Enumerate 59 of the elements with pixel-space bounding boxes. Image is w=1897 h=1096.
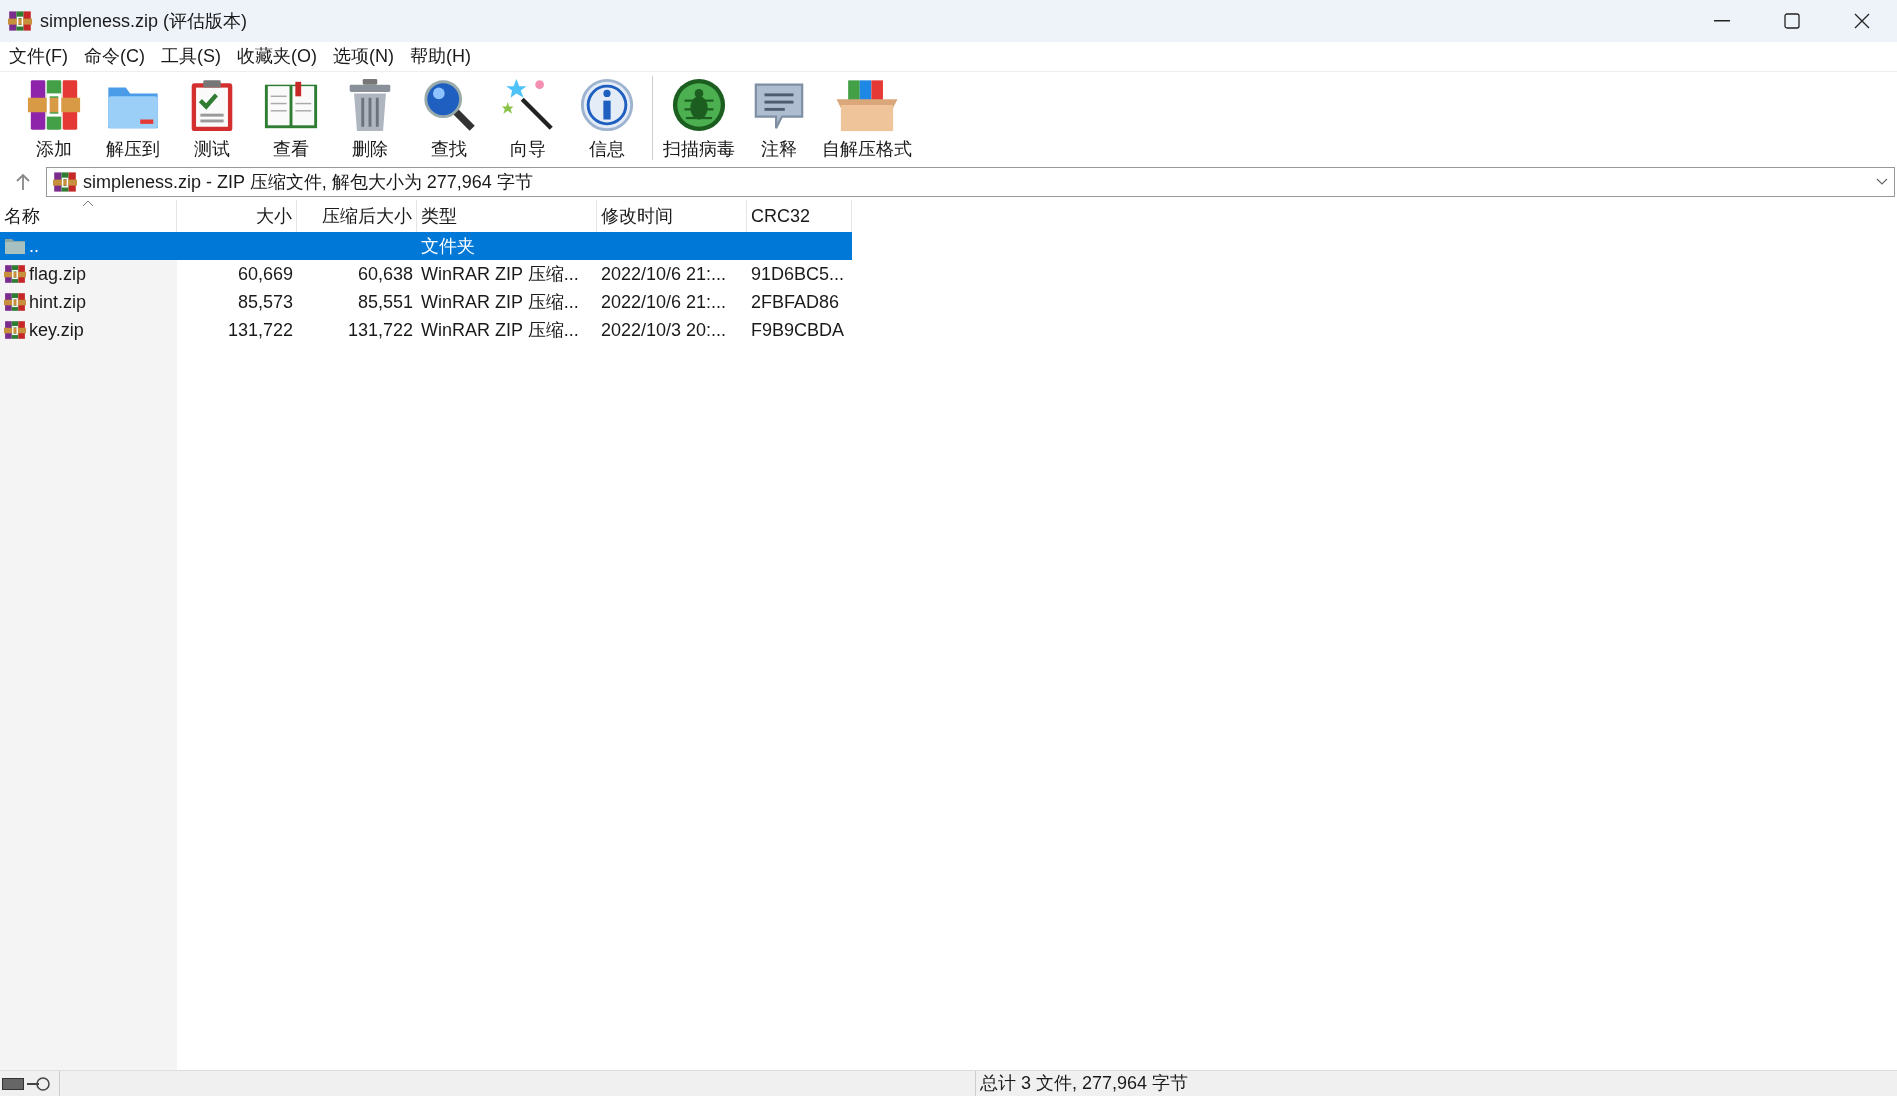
table-cell-text: 文件夹 <box>421 234 475 258</box>
status-text: 总计 3 文件, 277,964 字节 <box>980 1072 1189 1095</box>
table-cell-text: key.zip <box>29 318 84 342</box>
up-arrow-icon <box>15 173 31 191</box>
minimize-icon <box>1714 20 1730 22</box>
table-cell-text: 2022/10/6 21:... <box>601 290 727 314</box>
table-cell-text: WinRAR ZIP 压缩... <box>421 318 579 342</box>
window-title: simpleness.zip (评估版本) <box>40 9 248 33</box>
keyboard-icon <box>2 1077 24 1090</box>
table-cell-text: 131,722 <box>347 318 413 342</box>
archive-icon <box>4 263 26 285</box>
toolbar-button[interactable]: 信息 <box>567 76 646 160</box>
table-cell-text: 60,669 <box>237 262 293 286</box>
table-cell-text: F9B9CBDA <box>751 318 845 342</box>
table-cell-text: WinRAR ZIP 压缩... <box>421 290 579 314</box>
table-cell-text: 2022/10/6 21:... <box>601 262 727 286</box>
table-cell-text: 60,638 <box>357 262 413 286</box>
key-icon <box>26 1076 50 1091</box>
menu-item[interactable]: 选项(N) <box>325 42 402 71</box>
table-cell-text: 85,573 <box>237 290 293 314</box>
table-cell-text: WinRAR ZIP 压缩... <box>421 262 579 286</box>
toolbar-button[interactable]: 测试 <box>172 76 251 160</box>
table-row[interactable]: hint.zip 85,573 85,551 WinRAR ZIP 压缩... 2022/10/6 21:... 2FBFAD86 <box>0 288 852 316</box>
folder-icon <box>4 237 26 255</box>
toolbar-button[interactable]: 查找 <box>409 76 488 160</box>
table-cell-text: 2FBFAD86 <box>751 290 840 314</box>
table-row[interactable]: key.zip 131,722 131,722 WinRAR ZIP 压缩... 2022/10/3 20:... F9B9CBDA <box>0 316 852 344</box>
menu-item[interactable]: 帮助(H) <box>402 42 479 71</box>
menu-item[interactable]: 收藏夹(O) <box>229 42 325 71</box>
toolbar-button[interactable]: 删除 <box>330 76 409 160</box>
menu-item[interactable]: 命令(C) <box>76 42 153 71</box>
archive-icon <box>4 319 26 341</box>
table-cell-text: 2022/10/3 20:... <box>601 318 727 342</box>
table-cell-text: 85,551 <box>357 290 413 314</box>
toolbar-button[interactable]: 查看 <box>251 76 330 160</box>
bug-icon <box>670 76 728 134</box>
table-cell-text: hint.zip <box>29 290 87 314</box>
archive-icon <box>53 170 77 194</box>
menu-item[interactable]: 工具(S) <box>153 42 229 71</box>
close-icon <box>1854 13 1870 29</box>
table-cell-text: .. <box>29 234 39 258</box>
toolbar-button[interactable]: 自解压格式 <box>818 76 916 160</box>
column-header[interactable]: 名称 <box>0 200 177 232</box>
address-field[interactable]: simpleness.zip - ZIP 压缩文件, 解包大小为 277,964 字节 <box>46 167 1895 197</box>
maximize-icon <box>1784 13 1800 29</box>
table-cell-text: 91D6BC5... <box>751 262 845 286</box>
dropdown-caret-icon <box>1876 178 1888 186</box>
table-row[interactable]: flag.zip 60,669 60,638 WinRAR ZIP 压缩... 2022/10/6 21:... 91D6BC5... <box>0 260 852 288</box>
table-row[interactable]: .. 文件夹 <box>0 232 852 260</box>
toolbar-button[interactable]: 扫描病毒 <box>659 76 739 160</box>
app-icon <box>8 9 32 33</box>
table-cell-text: flag.zip <box>29 262 87 286</box>
archive-icon <box>4 291 26 313</box>
toolbar-button[interactable]: 添加 <box>14 76 93 160</box>
menu-item[interactable]: 文件(F) <box>1 42 76 71</box>
toolbar-button[interactable]: 解压到 <box>93 76 172 160</box>
toolbar-button[interactable]: 注释 <box>739 76 818 160</box>
table-cell-text: 131,722 <box>227 318 293 342</box>
toolbar-button[interactable]: 向导 <box>488 76 567 160</box>
